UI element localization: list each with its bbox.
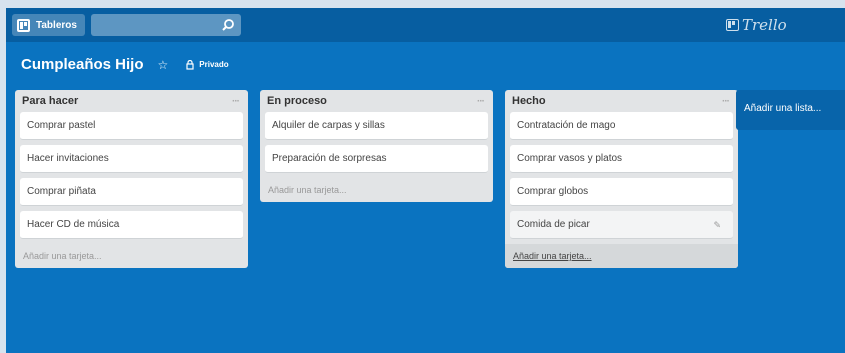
boards-icon: [17, 18, 30, 32]
privacy-label: Privado: [199, 60, 229, 69]
star-icon[interactable]: ☆: [158, 58, 169, 72]
add-card-button[interactable]: Añadir una tarjeta...: [20, 244, 243, 268]
top-header: Tableros Trello: [6, 8, 845, 42]
card[interactable]: Comprar globos: [510, 178, 733, 206]
boards-label: Tableros: [36, 19, 77, 31]
card[interactable]: Preparación de sorpresas: [265, 145, 488, 173]
card-text: Comida de picar: [517, 219, 590, 230]
list-title[interactable]: Para hacer: [22, 95, 78, 107]
card[interactable]: Comprar piñata: [20, 178, 243, 206]
list-menu-icon[interactable]: ···: [232, 96, 243, 107]
card[interactable]: Contratación de mago: [510, 112, 733, 140]
card[interactable]: Hacer CD de música: [20, 211, 243, 239]
card[interactable]: Comprar pastel: [20, 112, 243, 140]
list-menu-icon[interactable]: ···: [477, 96, 488, 107]
search-icon[interactable]: [221, 18, 235, 32]
card-hovered[interactable]: Comida de picar ✎: [510, 211, 733, 239]
trello-logo[interactable]: Trello: [726, 16, 787, 34]
trello-logo-icon: [726, 19, 739, 31]
list-header: En proceso ···: [265, 90, 488, 112]
list-menu-icon[interactable]: ···: [722, 96, 733, 107]
pencil-icon[interactable]: ✎: [713, 220, 721, 231]
list-hecho: Hecho ··· Contratación de mago Comprar v…: [505, 90, 738, 268]
add-card-button[interactable]: Añadir una tarjeta...: [505, 244, 738, 268]
list-header: Hecho ···: [510, 90, 733, 112]
list-para-hacer: Para hacer ··· Comprar pastel Hacer invi…: [15, 90, 248, 268]
lock-icon: [186, 59, 194, 70]
board-title[interactable]: Cumpleaños Hijo: [21, 56, 144, 73]
add-list-button[interactable]: Añadir una lista...: [736, 90, 845, 130]
list-header: Para hacer ···: [20, 90, 243, 112]
card[interactable]: Comprar vasos y platos: [510, 145, 733, 173]
search-input[interactable]: [90, 14, 241, 36]
board-frame: Tableros Trello Cumpleaños Hijo ☆ Privad…: [6, 8, 845, 353]
card[interactable]: Hacer invitaciones: [20, 145, 243, 173]
privacy-button[interactable]: Privado: [186, 59, 229, 70]
list-title[interactable]: En proceso: [267, 95, 327, 107]
boards-button[interactable]: Tableros: [12, 14, 85, 36]
list-en-proceso: En proceso ··· Alquiler de carpas y sill…: [260, 90, 493, 202]
list-title[interactable]: Hecho: [512, 95, 546, 107]
logo-text: Trello: [742, 16, 787, 34]
card[interactable]: Alquiler de carpas y sillas: [265, 112, 488, 140]
add-card-button[interactable]: Añadir una tarjeta...: [265, 178, 488, 202]
board-header: Cumpleaños Hijo ☆ Privado: [21, 56, 229, 73]
